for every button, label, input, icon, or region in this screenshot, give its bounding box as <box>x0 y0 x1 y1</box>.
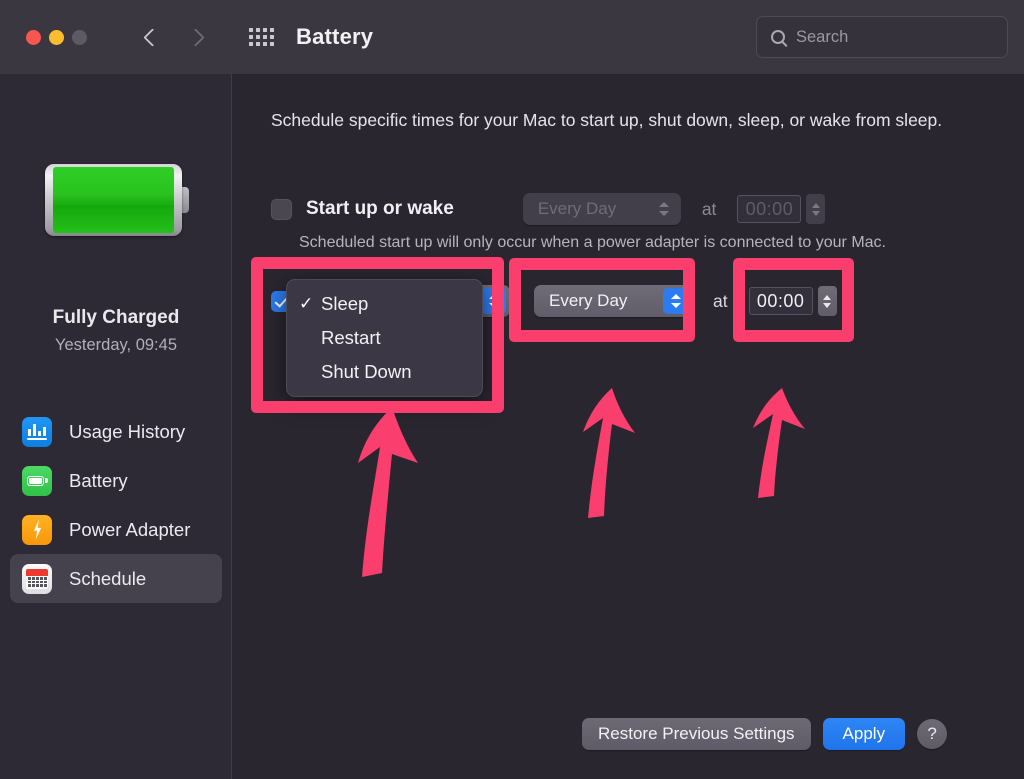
chevron-updown-icon <box>481 288 506 314</box>
battery-icon <box>22 466 52 496</box>
apply-button[interactable]: Apply <box>823 718 906 750</box>
page-title: Battery <box>296 24 373 50</box>
window-titlebar: Battery <box>0 0 1024 74</box>
menu-item-label: Restart <box>321 327 381 349</box>
sidebar-item-label: Schedule <box>69 568 146 590</box>
menu-item-sleep[interactable]: ✓ Sleep <box>287 287 482 321</box>
menu-item-shut-down[interactable]: Shut Down <box>287 355 482 389</box>
back-chevron-icon[interactable] <box>143 30 158 45</box>
startup-or-wake-label: Start up or wake <box>306 198 454 220</box>
battery-full-icon <box>45 164 188 236</box>
sidebar-list: Usage History Battery Power Adapter <box>10 407 222 603</box>
menu-item-label: Shut Down <box>321 361 412 383</box>
sidebar-item-label: Battery <box>69 470 128 492</box>
startup-frequency-value: Every Day <box>538 199 616 219</box>
menu-item-restart[interactable]: Restart <box>287 321 482 355</box>
intro-description: Schedule specific times for your Mac to … <box>271 107 977 133</box>
startup-or-wake-checkbox[interactable] <box>271 199 292 220</box>
startup-time-field[interactable]: 00:00 <box>737 195 801 223</box>
search-input[interactable] <box>796 28 986 47</box>
startup-time-stepper[interactable] <box>806 194 825 224</box>
sidebar: Fully Charged Yesterday, 09:45 Usage His… <box>0 74 232 779</box>
charge-timestamp: Yesterday, 09:45 <box>0 336 232 355</box>
chevron-updown-icon <box>652 196 677 222</box>
chevron-updown-icon <box>663 288 688 314</box>
sidebar-item-usage-history[interactable]: Usage History <box>10 407 222 456</box>
restore-previous-settings-button[interactable]: Restore Previous Settings <box>582 718 811 750</box>
search-field[interactable] <box>756 16 1008 58</box>
sidebar-item-schedule[interactable]: Schedule <box>10 554 222 603</box>
schedule-icon <box>22 564 52 594</box>
close-window-button[interactable] <box>26 30 41 45</box>
sleep-frequency-popup[interactable]: Every Day <box>534 285 692 317</box>
checkmark-icon: ✓ <box>299 294 321 314</box>
startup-at-label: at <box>702 199 717 220</box>
charge-status: Fully Charged <box>0 307 232 329</box>
grid-apps-icon[interactable] <box>249 28 274 46</box>
sleep-time-stepper[interactable] <box>818 286 837 316</box>
startup-frequency-popup[interactable]: Every Day <box>523 193 681 225</box>
search-icon <box>771 30 785 44</box>
sidebar-item-label: Usage History <box>69 421 185 443</box>
sidebar-item-battery[interactable]: Battery <box>10 456 222 505</box>
sidebar-item-power-adapter[interactable]: Power Adapter <box>10 505 222 554</box>
zoom-window-button[interactable] <box>72 30 87 45</box>
navigation-arrows <box>143 30 203 45</box>
action-dropdown-menu[interactable]: ✓ Sleep Restart Shut Down <box>286 279 483 397</box>
usage-history-icon <box>22 417 52 447</box>
help-button[interactable]: ? <box>917 719 947 749</box>
traffic-lights <box>26 30 87 45</box>
startup-or-wake-row: Start up or wake Every Day at 00:00 <box>271 192 1016 226</box>
sleep-at-label: at <box>713 291 728 312</box>
footer-buttons: Restore Previous Settings Apply ? <box>582 718 947 750</box>
battery-fill <box>53 167 174 233</box>
power-adapter-icon <box>22 515 52 545</box>
sleep-time-field[interactable]: 00:00 <box>749 287 813 315</box>
battery-preferences-window: Battery Fully Charged Yesterday, 09:45 U… <box>0 0 1024 779</box>
menu-item-label: Sleep <box>321 293 368 315</box>
forward-chevron-icon[interactable] <box>188 30 203 45</box>
main-content: Schedule specific times for your Mac to … <box>233 74 1024 779</box>
minimize-window-button[interactable] <box>49 30 64 45</box>
sleep-frequency-value: Every Day <box>549 291 627 311</box>
sidebar-item-label: Power Adapter <box>69 519 190 541</box>
power-adapter-note: Scheduled start up will only occur when … <box>299 234 886 252</box>
